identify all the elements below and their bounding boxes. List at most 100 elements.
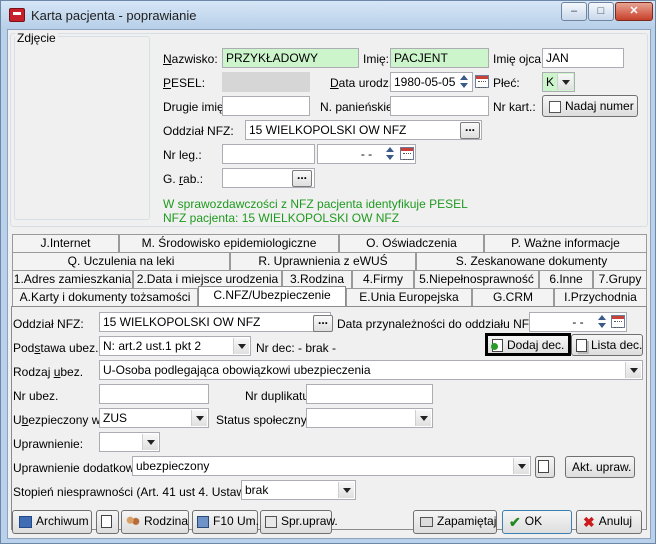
birth-date-calendar-icon[interactable] [475,75,489,88]
remember-button[interactable]: Zapamiętaj [413,510,497,534]
tab-important-info[interactable]: P. Ważne informacje [484,234,647,252]
tab-crm[interactable]: G.CRM [472,288,554,306]
disability-degree-select[interactable]: brak [241,480,356,500]
decision-list-button[interactable]: Lista dec. [571,334,643,356]
panel-nfz-branch-browse-button[interactable]: ... [313,314,333,332]
father-name-field[interactable]: JAN [542,48,624,68]
nfz-branch-browse-button[interactable]: ... [460,121,480,139]
nfz-info-text: NFZ pacjenta: 15 WIELKOPOLSKI OW NFZ [163,211,400,225]
photo-frame[interactable] [14,36,150,220]
f10-agreement-button[interactable]: F10 Um. [192,510,259,534]
insurance-basis-label: Podstawa ubez. [13,341,99,355]
chevron-down-icon [142,434,158,450]
check-icon [265,515,277,528]
pesel-field[interactable] [222,72,310,92]
panel-nfz-branch-field[interactable]: 15 WIELKOPOLSKI OW NFZ [99,312,331,332]
id-date-calendar-icon[interactable] [400,147,414,160]
nfz-branch-label: Oddział NFZ: [163,124,234,138]
membership-date-label: Data przynależności do oddziału NFZ: [337,317,540,331]
add-document-icon [491,339,503,353]
panel-nfz-branch-label: Oddział NFZ: [13,317,84,331]
duplicate-number-field[interactable] [306,384,433,404]
tab-ewus[interactable]: R. Uprawnienia z eWUŚ [230,252,416,270]
numbering-icon [549,100,561,113]
sex-select[interactable]: K [542,72,575,92]
tab-european-union[interactable]: E.Unia Europejska [346,288,472,306]
tab-nfz-insurance[interactable]: C.NFZ/Ubezpieczenie [198,286,346,306]
tab-address[interactable]: 1.Adres zamieszkania [12,270,133,288]
check-entitlement-button[interactable]: Spr.upraw. [260,510,338,534]
surname-field[interactable]: PRZYKŁADOWY [222,48,359,68]
maximize-button[interactable]: □ [588,2,614,21]
pesel-info-text: W sprawozdawczości z NFZ pacjenta identy… [163,197,468,211]
assign-number-label: Nadaj numer [565,99,634,113]
insurance-basis-select[interactable]: N: art.2 ust.1 pkt 2 [99,336,251,356]
tab-groups[interactable]: 7.Grupy [593,270,647,288]
first-name-field[interactable]: PACJENT [390,48,489,68]
entitlement-select[interactable] [99,432,160,452]
chevron-down-icon [338,482,354,498]
assign-number-button[interactable]: Nadaj numer [542,95,638,117]
tab-internet[interactable]: J.Internet [12,234,119,252]
cancel-button[interactable]: ✖ Anuluj [576,510,642,534]
nfz-branch-field[interactable]: 15 WIELKOPOLSKI OW NFZ [245,120,482,140]
document-icon [538,460,549,474]
insurance-number-label: Nr ubez. [13,389,59,403]
add-decision-button[interactable]: Dodaj dec. [485,333,571,356]
additional-entitlement-label: Uprawnienie dodatkowe: [13,461,145,475]
id-number-label: Nr leg.: [163,148,202,162]
document-list-icon [576,339,587,353]
entitlement-details-button[interactable] [535,456,555,478]
minimize-button[interactable]: – [561,2,587,21]
archive-button[interactable]: Archiwum [12,510,92,534]
tab-scanned-documents[interactable]: S. Zeskanowane dokumenty [416,252,647,270]
chevron-down-icon [415,410,431,426]
photo-label: Zdjęcie [15,31,58,45]
tab-companies[interactable]: 4.Firmy [352,270,414,288]
chevron-down-icon [625,362,641,378]
print-document-icon [101,515,112,529]
maiden-name-label: N. panieńskie: [320,100,397,114]
second-name-field[interactable] [222,96,310,116]
sex-label: Płeć: [493,76,520,90]
tab-other[interactable]: 6.Inne [539,270,593,288]
insurance-number-field[interactable] [99,384,209,404]
tab-declarations[interactable]: O. Oświadczenia [339,234,484,252]
additional-entitlement-select[interactable]: ubezpieczony [132,456,531,476]
family-label: Rodzina [144,514,189,528]
ok-button[interactable]: ✔ OK [502,510,572,534]
chevron-down-icon [233,338,249,354]
id-date-spinner-icon[interactable] [385,146,395,162]
window-title: Karta pacjenta - poprawianie [31,8,197,23]
decision-list-label: Lista dec. [591,338,643,352]
insurance-type-select[interactable]: U-Osoba podlegająca obowiązkowi ubezpiec… [99,360,643,380]
print-button[interactable] [96,510,119,534]
family-button[interactable]: Rodzina [121,510,189,534]
membership-date-calendar-icon[interactable] [611,315,625,328]
maiden-name-field[interactable] [390,96,489,116]
remember-icon [420,516,433,527]
tab-disability[interactable]: 5.Niepełnosprawność [414,270,539,288]
birth-date-spinner-icon[interactable] [459,74,469,90]
close-icon: ✖ [583,513,595,530]
id-number-field[interactable] [222,144,315,164]
first-name-label: Imię: [363,52,390,66]
tab-identity-documents[interactable]: A.Karty i dokumenty tożsamości [12,288,198,306]
second-name-label: Drugie imię: [163,100,228,114]
tab-epidemiology[interactable]: M. Środowisko epidemiologiczne [119,234,339,252]
close-window-button[interactable]: ✕ [615,2,653,21]
entitlement-label: Uprawnienie: [13,437,84,451]
family-icon [126,515,140,528]
insurance-type-label: Rodzaj ubez. [13,365,84,379]
tab-clinic[interactable]: I.Przychodnia [554,288,647,306]
insured-at-select[interactable]: ZUS [99,408,209,428]
pesel-label: PESEL: [163,76,206,90]
update-entitlement-button[interactable]: Akt. upraw. [565,456,635,478]
archive-icon [19,515,32,528]
membership-date-spinner-icon[interactable] [597,314,607,330]
discount-group-browse-button[interactable]: ... [292,169,312,187]
title-bar[interactable]: Karta pacjenta - poprawianie – □ ✕ [1,1,655,29]
cancel-label: Anuluj [598,514,633,528]
tab-allergies[interactable]: Q. Uczulenia na leki [12,252,230,270]
social-status-select[interactable] [306,408,433,428]
